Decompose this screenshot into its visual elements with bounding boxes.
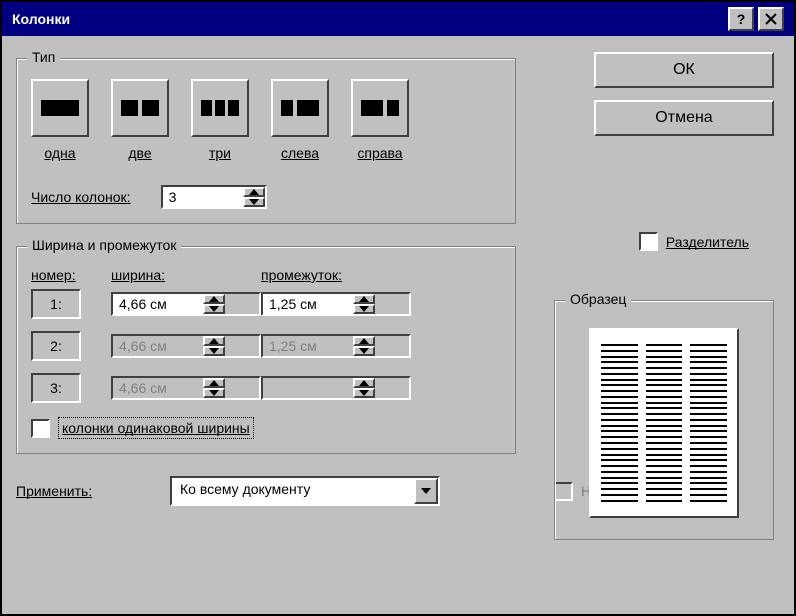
spacing-3-input[interactable]	[263, 378, 353, 398]
width-2-spinner[interactable]	[111, 334, 261, 358]
preview-group: Образец	[554, 300, 774, 540]
apply-label: Применить:	[16, 483, 146, 499]
dialog-title: Колонки	[12, 11, 70, 27]
preset-left[interactable]	[271, 79, 329, 137]
preset-right-label: справа	[357, 145, 402, 161]
width-spacing-group: Ширина и промежуток номер: ширина: проме…	[16, 246, 516, 454]
cancel-button[interactable]: Отмена	[594, 100, 774, 136]
row-num-1: 1:	[31, 289, 81, 319]
width-3-spinner[interactable]	[111, 376, 261, 400]
width-1-input[interactable]	[113, 294, 203, 314]
width-1-spinner[interactable]	[111, 292, 261, 316]
width-2-input[interactable]	[113, 336, 203, 356]
apply-combo[interactable]: Ко всему документу	[170, 476, 440, 506]
preset-left-label: слева	[281, 145, 319, 161]
num-columns-spinner[interactable]	[161, 185, 267, 209]
row-num-3: 3:	[31, 373, 81, 403]
preset-two[interactable]	[111, 79, 169, 137]
equal-width-label: колонки одинаковой ширины	[58, 417, 254, 439]
separator-checkbox[interactable]	[639, 232, 658, 251]
spin-up-icon[interactable]	[243, 187, 265, 197]
type-legend: Тип	[27, 49, 60, 65]
type-group: Тип одна две	[16, 58, 516, 224]
columns-dialog: Колонки ? ОК Отмена Тип одна	[0, 0, 796, 616]
spacing-1-spinner[interactable]	[261, 292, 411, 316]
separator-label: Разделитель	[666, 234, 749, 250]
row-num-2: 2:	[31, 331, 81, 361]
preview-legend: Образец	[565, 291, 631, 307]
header-number: номер:	[31, 267, 111, 283]
num-columns-input[interactable]	[163, 187, 243, 207]
header-width: ширина:	[111, 267, 261, 283]
preset-two-label: две	[128, 145, 151, 161]
width-legend: Ширина и промежуток	[27, 237, 181, 253]
help-button[interactable]: ?	[728, 7, 754, 31]
spacing-2-input[interactable]	[263, 336, 353, 356]
apply-value: Ко всему документу	[172, 478, 414, 504]
preset-three[interactable]	[191, 79, 249, 137]
equal-width-checkbox[interactable]	[31, 419, 50, 438]
titlebar: Колонки ?	[2, 2, 794, 36]
width-3-input[interactable]	[113, 378, 203, 398]
spin-down-icon[interactable]	[243, 197, 265, 207]
preset-right[interactable]	[351, 79, 409, 137]
header-spacing: промежуток:	[261, 267, 411, 283]
dropdown-icon[interactable]	[414, 478, 438, 504]
close-button[interactable]	[758, 7, 784, 31]
num-columns-label: Число колонок:	[31, 189, 131, 205]
spacing-2-spinner[interactable]	[261, 334, 411, 358]
preset-one[interactable]	[31, 79, 89, 137]
spacing-1-input[interactable]	[263, 294, 353, 314]
preview-icon	[589, 328, 739, 518]
preset-one-label: одна	[44, 145, 75, 161]
spacing-3-spinner[interactable]	[261, 376, 411, 400]
preset-three-label: три	[209, 145, 231, 161]
ok-button[interactable]: ОК	[594, 52, 774, 88]
